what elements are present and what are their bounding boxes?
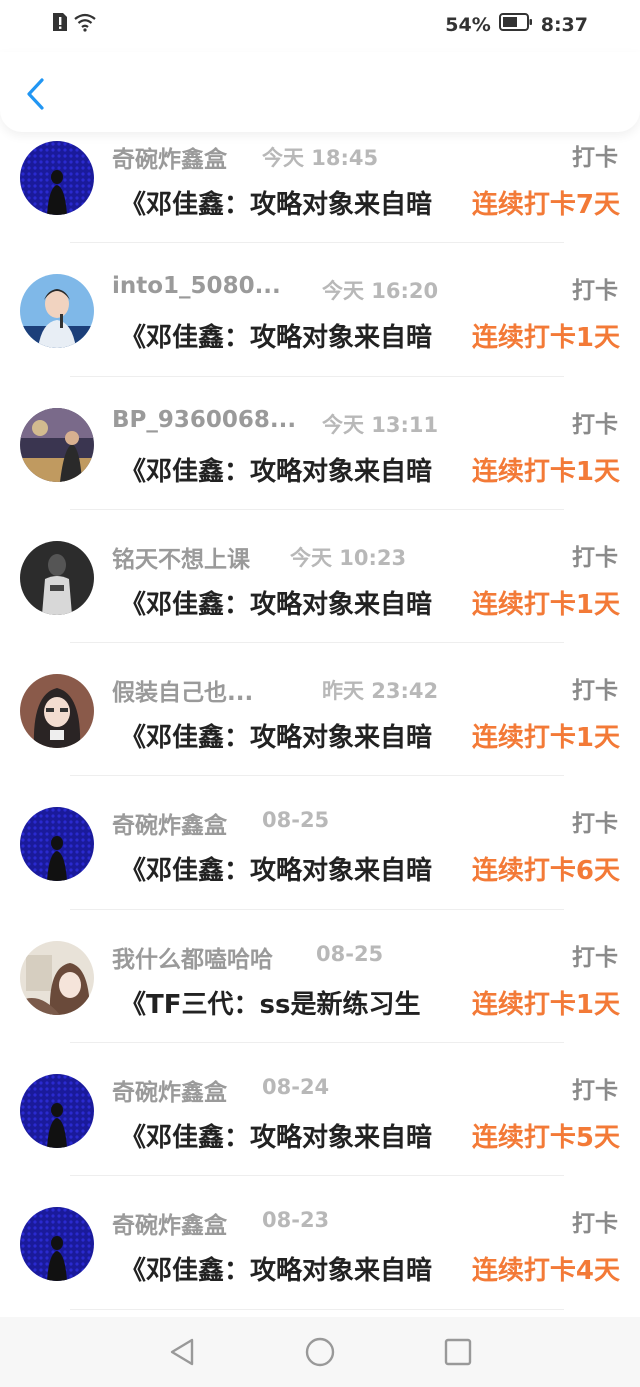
checkin-label: 打卡	[572, 411, 618, 438]
avatar[interactable]	[20, 141, 94, 215]
user-name[interactable]: 奇碗炸鑫盒	[112, 1206, 227, 1240]
timestamp: 今天 16:20	[322, 279, 439, 304]
status-bar: 54% 8:37	[0, 0, 640, 52]
divider	[70, 775, 564, 777]
recents-square-icon[interactable]	[438, 1332, 478, 1372]
avatar[interactable]	[20, 540, 94, 615]
avatar[interactable]	[20, 407, 94, 482]
battery-icon	[498, 12, 533, 37]
checkin-label: 打卡	[572, 944, 618, 971]
divider	[70, 1308, 564, 1310]
clock: 8:37	[540, 13, 588, 36]
user-name[interactable]: 奇碗炸鑫盒	[112, 140, 227, 174]
timestamp: 08-24	[262, 1075, 330, 1100]
timestamp: 08-25	[262, 808, 330, 833]
divider	[70, 508, 564, 510]
checkin-list: 奇碗炸鑫盒 今天 18:45 打卡 《邓佳鑫：攻略对象来自暗 连续打卡7天 into1_5…	[0, 132, 640, 1332]
home-circle-icon[interactable]	[300, 1332, 340, 1372]
avatar[interactable]	[20, 674, 94, 749]
checkin-label: 打卡	[572, 1078, 618, 1105]
timestamp: 今天 18:45	[262, 146, 379, 170]
list-item[interactable]: into1_5080... 今天 16:20 打卡《邓佳鑫：攻略对象来自暗 连续打卡1…	[0, 265, 640, 398]
book-title[interactable]: 《邓佳鑫：攻略对象来自暗	[120, 451, 435, 488]
divider	[70, 1175, 564, 1177]
avatar[interactable]	[20, 807, 94, 882]
chevron-left-icon	[25, 77, 45, 115]
avatar[interactable]	[20, 1074, 94, 1149]
user-name[interactable]: into1_5080...	[112, 273, 281, 299]
checkin-label: 打卡	[572, 678, 618, 705]
checkin-label: 打卡	[572, 811, 618, 838]
streak-count: 连续打卡5天	[471, 1123, 620, 1154]
list-item[interactable]: 奇碗炸鑫盒 08-25 打卡《邓佳鑫：攻略对象来自暗 连续打卡6天	[0, 798, 640, 931]
checkin-label: 打卡	[572, 278, 618, 305]
book-title[interactable]: 《邓佳鑫：攻略对象来自暗	[120, 850, 435, 887]
timestamp: 今天 13:11	[322, 412, 439, 437]
book-title[interactable]: 《邓佳鑫：攻略对象来自暗	[120, 1250, 435, 1287]
divider	[70, 242, 564, 244]
user-name[interactable]: 铭天不想上课	[112, 540, 250, 574]
user-name[interactable]: 假装自己也...	[112, 673, 253, 707]
user-name[interactable]: 奇碗炸鑫盒	[112, 1073, 227, 1107]
timestamp: 08-23	[262, 1208, 330, 1233]
book-title[interactable]: 《邓佳鑫：攻略对象来自暗	[120, 584, 435, 621]
book-title[interactable]: 《邓佳鑫：攻略对象来自暗	[120, 184, 435, 221]
avatar[interactable]	[20, 940, 94, 1015]
book-title[interactable]: 《邓佳鑫：攻略对象来自暗	[120, 1117, 435, 1154]
streak-count: 连续打卡1天	[471, 989, 620, 1020]
divider	[70, 375, 564, 377]
streak-count: 连续打卡1天	[471, 589, 620, 620]
book-title[interactable]: 《邓佳鑫：攻略对象来自暗	[120, 317, 435, 354]
divider	[70, 1042, 564, 1044]
sim-alert-icon	[52, 12, 68, 36]
divider	[70, 642, 564, 644]
checkin-label: 打卡	[572, 1211, 618, 1238]
battery-percent: 54%	[445, 13, 491, 36]
wifi-icon	[74, 12, 96, 36]
book-title[interactable]: 《TF三代：ss是新练习生	[120, 984, 435, 1021]
streak-count: 连续打卡1天	[471, 723, 620, 754]
timestamp: 昨天 23:42	[322, 679, 439, 704]
avatar[interactable]	[20, 1207, 94, 1282]
divider	[70, 908, 564, 910]
list-item[interactable]: 铭天不想上课 今天 10:23 打卡《邓佳鑫：攻略对象来自暗 连续打卡1天	[0, 532, 640, 665]
streak-count: 连续打卡6天	[471, 856, 620, 887]
list-item[interactable]: BP_9360068... 今天 13:11 打卡《邓佳鑫：攻略对象来自暗 连续打卡1…	[0, 399, 640, 532]
streak-count: 连续打卡4天	[471, 1256, 620, 1287]
avatar[interactable]	[20, 274, 94, 349]
header	[0, 52, 640, 132]
system-nav-bar	[0, 1317, 640, 1387]
user-name[interactable]: 我什么都嗑哈哈	[112, 940, 273, 974]
streak-count: 连续打卡7天	[471, 190, 620, 220]
timestamp: 08-25	[316, 941, 384, 966]
list-item[interactable]: 奇碗炸鑫盒 08-24 打卡《邓佳鑫：攻略对象来自暗 连续打卡5天	[0, 1065, 640, 1198]
list-item[interactable]: 奇碗炸鑫盒 08-23 打卡《邓佳鑫：攻略对象来自暗 连续打卡4天	[0, 1198, 640, 1331]
back-button[interactable]	[18, 76, 52, 116]
list-item[interactable]: 奇碗炸鑫盒 今天 18:45 打卡《邓佳鑫：攻略对象来自暗 连续打卡7天	[0, 132, 640, 265]
user-name[interactable]: BP_9360068...	[112, 407, 296, 433]
checkin-label: 打卡	[572, 544, 618, 571]
timestamp: 今天 10:23	[290, 545, 407, 570]
list-item[interactable]: 我什么都嗑哈哈 08-25 打卡《TF三代：ss是新练习生 连续打卡1天	[0, 932, 640, 1065]
back-triangle-icon[interactable]	[162, 1332, 202, 1372]
user-name[interactable]: 奇碗炸鑫盒	[112, 806, 227, 840]
book-title[interactable]: 《邓佳鑫：攻略对象来自暗	[120, 717, 435, 754]
list-item[interactable]: 假装自己也... 昨天 23:42 打卡《邓佳鑫：攻略对象来自暗 连续打卡1天	[0, 665, 640, 798]
streak-count: 连续打卡1天	[471, 323, 620, 354]
checkin-label: 打卡	[572, 145, 618, 171]
streak-count: 连续打卡1天	[471, 456, 620, 487]
